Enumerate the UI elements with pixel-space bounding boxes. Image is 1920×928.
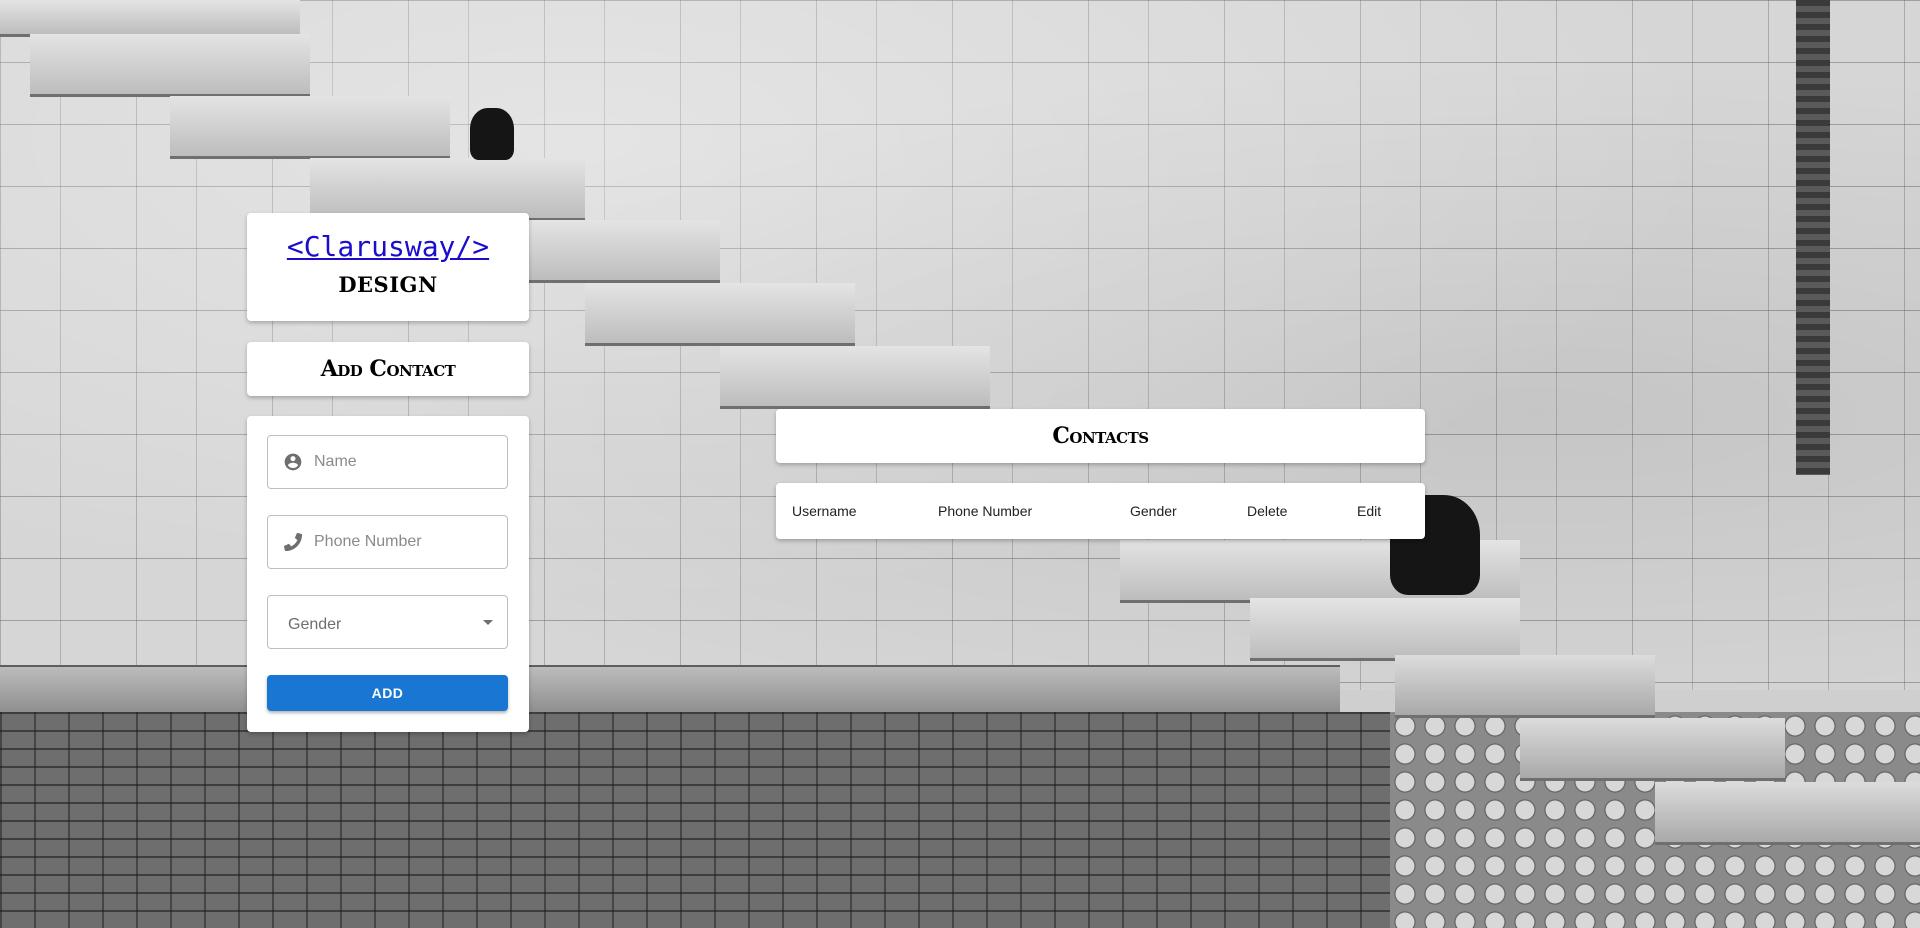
brand-subtitle: DESIGN [338, 272, 438, 297]
gender-select[interactable]: Gender [267, 595, 508, 649]
phone-input[interactable] [312, 532, 496, 552]
contacts-title: Contacts [1052, 423, 1149, 449]
contacts-header: Contacts [776, 409, 1425, 463]
name-field[interactable] [267, 435, 508, 489]
name-input[interactable] [312, 452, 496, 472]
phone-field[interactable] [267, 515, 508, 569]
add-contact-button[interactable]: ADD [267, 675, 508, 711]
chevron-down-icon [483, 619, 493, 625]
column-header-delete: Delete [1247, 503, 1288, 519]
add-contact-header: Add Contact [247, 342, 529, 396]
brand-card: <Clarusway/> DESIGN [247, 213, 529, 321]
column-header-phone-number: Phone Number [938, 503, 1033, 519]
column-header-username: Username [792, 503, 857, 519]
brick-embankment [0, 712, 1390, 928]
contacts-table: Username Phone Number Gender Delete Edit [776, 483, 1425, 539]
add-contact-title: Add Contact [320, 356, 456, 382]
brand-logo-link[interactable]: <Clarusway/> [287, 230, 489, 263]
add-contact-form: Gender ADD [247, 416, 529, 732]
column-header-edit: Edit [1357, 503, 1382, 519]
account-circle-icon [282, 451, 304, 473]
column-header-gender: Gender [1130, 503, 1177, 519]
contacts-table-header: Username Phone Number Gender Delete Edit [776, 483, 1425, 539]
gender-select-label: Gender [288, 616, 342, 633]
phone-icon [282, 531, 304, 553]
